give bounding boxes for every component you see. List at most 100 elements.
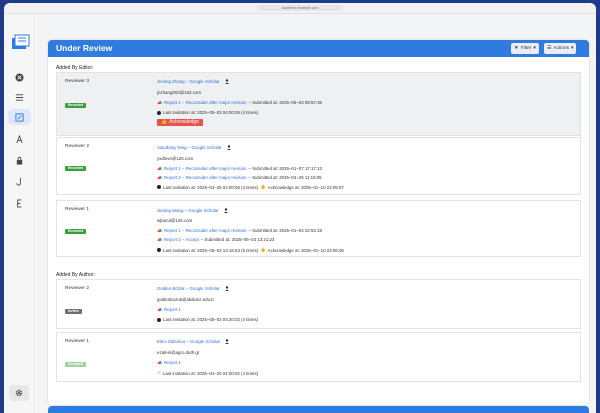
reviewer-card: Reviewer 2 Recorded Xiaodong Yang – Goog… bbox=[56, 137, 581, 195]
user-edit-icon[interactable] bbox=[224, 286, 231, 291]
sidebar-item-e[interactable] bbox=[8, 195, 31, 211]
status-badge: Recorded bbox=[65, 229, 87, 234]
panel-header: Under Review ▼ Filter ▾ ☰ Actions ▾ bbox=[48, 40, 589, 57]
status-badge: Invited bbox=[65, 309, 82, 314]
clock-icon bbox=[157, 185, 161, 189]
report-link[interactable]: Report 1 – Reconsider after major revisi… bbox=[164, 166, 246, 171]
lock-icon bbox=[16, 156, 23, 165]
reviewer-email: wjtarcd@126.com bbox=[157, 218, 193, 223]
report-icon: 📣 bbox=[157, 237, 162, 242]
under-review-panel: Under Review ▼ Filter ▾ ☰ Actions ▾ Adde… bbox=[48, 40, 589, 405]
status-badge: Recorded bbox=[65, 166, 87, 171]
report-link[interactable]: Report 1 bbox=[164, 360, 181, 365]
reviewer-card: Reviewer 3 Recorded Jinning Zhang – Goog… bbox=[56, 72, 581, 136]
chevron-down-icon: ▾ bbox=[571, 46, 574, 51]
report-link[interactable]: Report 1 bbox=[164, 307, 181, 312]
list-icon: ☰ bbox=[547, 46, 552, 51]
reviewer-name-link[interactable]: Jianing Wang – Google Scholar bbox=[157, 208, 219, 213]
report-icon: 📣 bbox=[157, 166, 162, 171]
app-window: academic.example.com Under Review ▼ Filt… bbox=[4, 3, 596, 413]
actions-label: Actions bbox=[553, 46, 570, 51]
last-invitation: Last invitation at: 2025–04–25 04:00:02 … bbox=[162, 370, 259, 376]
user-edit-icon[interactable] bbox=[224, 79, 231, 84]
reviewer-label: Reviewer 2 bbox=[65, 144, 89, 149]
status-badge: Recorded bbox=[65, 103, 87, 108]
reviewer-name-link[interactable]: Jinning Zhang – Google Scholar bbox=[157, 79, 220, 84]
translate-icon bbox=[16, 134, 23, 143]
acknowledge-button[interactable]: 👍 Acknowledge bbox=[157, 119, 203, 126]
report-link[interactable]: Report 2 – Accept bbox=[164, 237, 199, 242]
edit-icon bbox=[15, 112, 24, 122]
user-edit-icon[interactable] bbox=[223, 208, 230, 213]
report-submitted: – Submitted at: 2025–01–04 22:53:18 bbox=[248, 228, 322, 233]
main-content: Under Review ▼ Filter ▾ ☰ Actions ▾ Adde… bbox=[36, 14, 596, 413]
last-invitation: Last invitation at: 2025–05–03 04:30:02 … bbox=[163, 317, 259, 322]
j-icon bbox=[16, 177, 21, 186]
settings-button[interactable] bbox=[9, 385, 29, 401]
user-edit-icon[interactable] bbox=[226, 145, 233, 150]
url-bar[interactable]: academic.example.com bbox=[257, 5, 343, 11]
sidebar-item-lock[interactable] bbox=[8, 152, 31, 168]
report-icon: 📣 bbox=[157, 228, 162, 233]
report-icon: 📣 bbox=[157, 307, 162, 312]
reviewer-email: guldenbozuk@akdeniz.edu.tr bbox=[157, 297, 214, 302]
report-link[interactable]: Report 1 – Reconsider after major revisi… bbox=[164, 228, 246, 233]
reviewer-label: Reviewer 3 bbox=[65, 79, 89, 84]
added-by-editor-label: Added By Editor: bbox=[56, 65, 94, 71]
report-icon: 📣 bbox=[157, 175, 162, 180]
sidebar bbox=[4, 14, 35, 413]
reviewer-label: Reviewer 2 bbox=[65, 286, 89, 291]
report-icon: 📣 bbox=[157, 100, 162, 105]
acknowledge-label: Acknowledge bbox=[169, 119, 199, 125]
clock-icon bbox=[157, 317, 161, 322]
app-logo bbox=[12, 34, 30, 49]
filter-label: Filter bbox=[520, 46, 532, 51]
acknowledge-time: Acknowledge at: 2025–01–10 22:05:06 bbox=[267, 247, 344, 253]
sidebar-item-list[interactable] bbox=[8, 89, 31, 105]
added-by-author-label: Added By Author: bbox=[56, 272, 95, 278]
reviewer-label: Reviewer 1 bbox=[65, 207, 89, 212]
chevron-down-icon: ▾ bbox=[533, 46, 536, 51]
sidebar-item-edit[interactable] bbox=[8, 109, 31, 125]
overview-icon bbox=[15, 72, 24, 82]
last-invitation: Last invitation at: 2025–05–03 04:00:05 … bbox=[163, 110, 259, 115]
reviewer-email: yxdlove@126.com bbox=[157, 156, 194, 161]
thumbs-up-icon: 👍 bbox=[260, 184, 266, 189]
filter-button[interactable]: ▼ Filter ▾ bbox=[511, 43, 539, 54]
status-badge: Accepted bbox=[65, 362, 86, 367]
reviewer-label: Reviewer 1 bbox=[65, 339, 89, 344]
user-edit-icon[interactable] bbox=[225, 339, 231, 344]
report-submitted: – Submitted at: 2025–05–03 09:57:36 bbox=[248, 100, 322, 105]
report-link[interactable]: Report 2 – Reconsider after major revisi… bbox=[164, 175, 246, 180]
report-submitted: – Submitted at: 2025–04–25 11:16:05 bbox=[248, 175, 322, 180]
next-panel-header bbox=[48, 406, 589, 413]
thumbs-up-icon: 👍 bbox=[161, 119, 168, 125]
sidebar-item-overview[interactable] bbox=[8, 69, 31, 85]
reviewer-name-link[interactable]: Xiaodong Yang – Google Scholar bbox=[157, 145, 222, 150]
clock-icon bbox=[157, 248, 161, 252]
actions-button[interactable]: ☰ Actions ▾ bbox=[544, 43, 577, 54]
reviewer-card: Reviewer 1 Accepted Eleni Zafeiriou – Go… bbox=[56, 332, 581, 382]
reviewer-email: ezafeiri@agro.duth.gr bbox=[157, 350, 200, 355]
report-icon: 📣 bbox=[157, 360, 162, 365]
sidebar-item-translate[interactable] bbox=[8, 131, 31, 147]
reviewer-card: Reviewer 1 Recorded Jianing Wang – Googl… bbox=[56, 200, 581, 257]
reviewer-name-link[interactable]: Eleni Zafeiriou – Google Scholar bbox=[157, 339, 220, 344]
filter-icon: ▼ bbox=[514, 46, 519, 51]
gear-icon bbox=[15, 389, 23, 397]
last-invitation: Last invitation at: 2025–05–03 13:16:53 … bbox=[163, 247, 259, 253]
reviewer-card: Reviewer 2 Invited Gulden Bözük – Google… bbox=[56, 279, 581, 329]
reviewer-name-link[interactable]: Gulden Bözük – Google Scholar bbox=[157, 286, 220, 291]
e-icon bbox=[17, 198, 22, 208]
clock-icon bbox=[157, 110, 161, 115]
report-link[interactable]: Report 1 – Reconsider after major revisi… bbox=[164, 100, 246, 105]
panel-title: Under Review bbox=[56, 43, 113, 53]
reviewer-email: jnzhang003@163.com bbox=[157, 90, 202, 95]
report-submitted: – Submitted at: 2025–01–07 17:17:13 bbox=[248, 166, 322, 171]
last-invitation: Last invitation at: 2025–04–25 04:00:06 … bbox=[163, 184, 259, 190]
list-icon bbox=[15, 93, 24, 101]
sidebar-item-j[interactable] bbox=[8, 173, 31, 189]
warning-icon: ⚠ bbox=[157, 370, 161, 375]
thumbs-up-icon: 👍 bbox=[260, 247, 266, 252]
acknowledge-time: Acknowledge at: 2025–01–10 22:05:07 bbox=[267, 184, 344, 190]
